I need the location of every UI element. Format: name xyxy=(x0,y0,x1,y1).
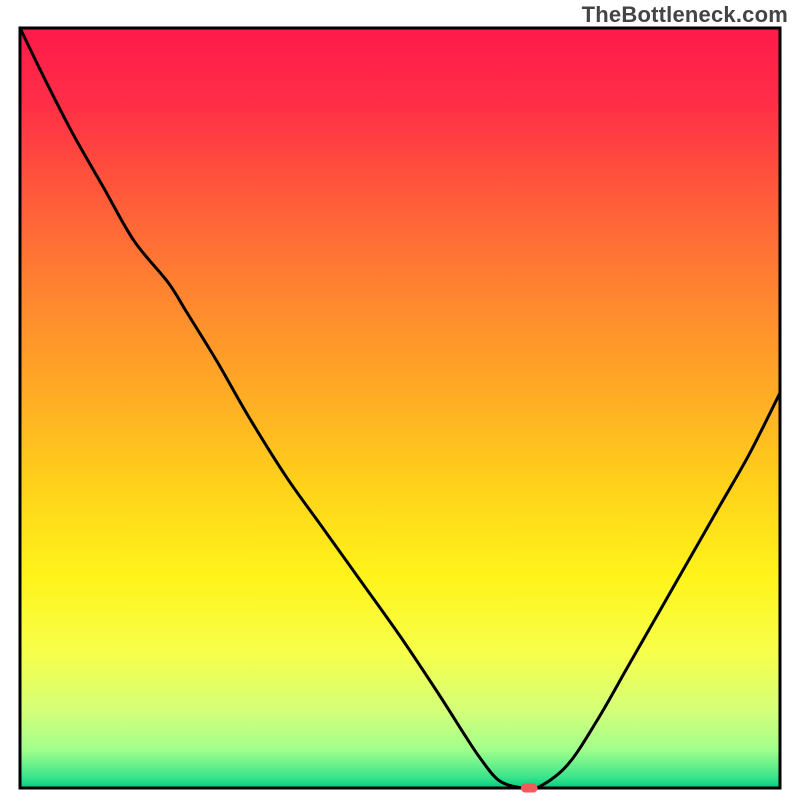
optimal-marker xyxy=(521,783,538,792)
bottleneck-chart: TheBottleneck.com xyxy=(0,0,800,800)
watermark-label: TheBottleneck.com xyxy=(582,2,788,28)
plot-background xyxy=(20,28,780,788)
chart-canvas xyxy=(0,0,800,800)
